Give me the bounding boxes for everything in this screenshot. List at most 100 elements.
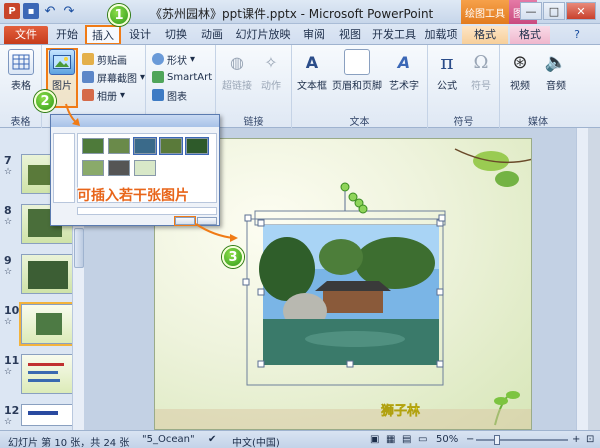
slideshow-icon[interactable]: ▭	[418, 434, 427, 445]
album-label: 相册	[97, 91, 117, 103]
thumbnail-slide-11[interactable]: 11 ☆	[4, 354, 73, 394]
tab-developer[interactable]: 开发工具	[370, 26, 418, 44]
save-icon[interactable]: ▪	[23, 3, 39, 19]
callout-step-1: 1	[108, 4, 130, 26]
dialog-folder-tree[interactable]	[53, 133, 75, 203]
title-bar: P ▪ ↶ ↷ 《苏州园林》ppt课件.pptx - Microsoft Pow…	[0, 0, 600, 24]
headerfooter-label: 页眉和页脚	[332, 81, 382, 92]
tab-format-drawing[interactable]: 格式	[462, 26, 508, 44]
textbox-button[interactable]: A 文本框	[294, 49, 330, 93]
insert-picture-dialog[interactable]: 可插入若干张图片	[50, 114, 220, 226]
chevron-down-icon: ▾	[120, 89, 126, 101]
tab-file[interactable]: 文件	[4, 26, 48, 44]
file-thumbnail[interactable]	[82, 138, 104, 154]
album-button[interactable]: 相册 ▾	[82, 87, 125, 103]
zoom-out-button[interactable]: −	[466, 434, 474, 445]
group-links: ◍ 超链接 ✧ 动作 链接	[216, 45, 292, 129]
close-button[interactable]: ✕	[566, 2, 596, 20]
slide-number: 12	[4, 404, 20, 417]
tab-format-picture[interactable]: 格式	[510, 26, 550, 44]
callout-step-2: 2	[34, 90, 56, 112]
zoom-slider-track[interactable]	[476, 439, 568, 441]
wordart-label: 艺术字	[389, 81, 419, 92]
file-name-field[interactable]	[77, 207, 217, 215]
slide-sorter-icon[interactable]: ▦	[386, 434, 395, 445]
fit-to-window-icon[interactable]: ⊡	[586, 434, 594, 445]
file-thumbnail[interactable]	[134, 160, 156, 176]
scrollbar-thumb[interactable]	[74, 228, 84, 268]
clipart-button[interactable]: 剪贴画	[82, 51, 127, 67]
tab-view[interactable]: 视图	[334, 26, 366, 44]
slide-number: 8	[4, 204, 12, 217]
file-thumbnail[interactable]	[108, 138, 130, 154]
reading-view-icon[interactable]: ▤	[402, 434, 411, 445]
thumbnail-slide-9[interactable]: 9 ☆	[4, 254, 73, 294]
thumbnail-slide-12[interactable]: 12 ☆	[4, 404, 73, 427]
chart-label: 图表	[167, 91, 187, 103]
slide-number: 10	[4, 304, 20, 317]
table-button[interactable]: 表格	[6, 49, 36, 92]
hyperlink-button[interactable]: ◍ 超链接	[220, 49, 254, 93]
clipart-label: 剪贴画	[97, 55, 127, 67]
audio-label: 音频	[546, 81, 566, 92]
chevron-down-icon: ▾	[140, 71, 146, 83]
language-status[interactable]: 中文(中国)	[232, 434, 280, 448]
tab-transitions[interactable]: 切换	[160, 26, 192, 44]
tab-design[interactable]: 设计	[124, 26, 156, 44]
animation-star-icon: ☆	[4, 217, 13, 227]
clipart-icon	[82, 53, 94, 65]
headerfooter-button[interactable]: 页眉和页脚	[332, 49, 382, 92]
selection-frame[interactable]	[254, 210, 446, 226]
tab-animations[interactable]: 动画	[196, 26, 228, 44]
file-thumbnail[interactable]	[185, 137, 209, 155]
video-button[interactable]: ⊛ 视频	[504, 49, 536, 93]
file-thumbnail[interactable]	[108, 160, 130, 176]
theme-status[interactable]: "5_Ocean"	[142, 434, 195, 445]
file-thumbnail[interactable]	[82, 160, 104, 176]
shapes-button[interactable]: 形状 ▾	[152, 51, 195, 67]
spellcheck-icon[interactable]: ✔	[208, 434, 216, 445]
tab-slideshow[interactable]: 幻灯片放映	[232, 26, 294, 44]
tab-review[interactable]: 审阅	[298, 26, 330, 44]
zoom-level[interactable]: 50%	[436, 434, 458, 445]
screenshot-button[interactable]: 屏幕截图 ▾	[82, 69, 145, 85]
file-thumbnail[interactable]	[159, 137, 183, 155]
picture-button[interactable]: 图片	[48, 49, 76, 92]
symbols-group-label: 符号	[453, 117, 474, 128]
zoom-in-button[interactable]: +	[572, 434, 580, 445]
pi-icon: π	[440, 50, 454, 74]
garden-photo[interactable]	[259, 225, 439, 365]
minimize-button[interactable]: —	[520, 2, 542, 20]
insert-button[interactable]	[174, 216, 196, 226]
tab-home[interactable]: 开始	[52, 26, 82, 44]
smartart-button[interactable]: SmartArt	[152, 69, 212, 85]
group-table: 表格 表格	[0, 45, 42, 129]
file-thumbnail[interactable]	[133, 137, 157, 155]
slide-thumbnail-image	[21, 404, 73, 426]
animation-star-icon: ☆	[4, 317, 13, 327]
smartart-label: SmartArt	[167, 71, 213, 83]
audio-button[interactable]: 🔈 音频	[540, 49, 572, 93]
action-button[interactable]: ✧ 动作	[256, 49, 286, 93]
help-icon[interactable]: ?	[574, 28, 580, 41]
thumbnail-slide-10[interactable]: 10 ☆	[4, 302, 75, 346]
links-group-label: 链接	[243, 117, 264, 128]
wordart-button[interactable]: A 艺术字	[384, 49, 424, 93]
table-label: 表格	[11, 81, 31, 92]
maximize-button[interactable]: □	[543, 2, 565, 20]
symbol-button[interactable]: Ω 符号	[466, 49, 496, 93]
callout-step-3: 3	[222, 246, 244, 268]
zoom-slider-knob[interactable]	[494, 435, 500, 445]
chart-button[interactable]: 图表	[152, 87, 187, 103]
tab-addins[interactable]: 加载项	[422, 26, 460, 44]
undo-icon[interactable]: ↶	[42, 3, 58, 19]
normal-view-icon[interactable]: ▣	[370, 434, 379, 445]
powerpoint-logo-icon[interactable]: P	[4, 3, 20, 19]
tab-insert[interactable]: 插入	[85, 25, 121, 45]
window-controls: — □ ✕	[520, 2, 596, 20]
editor-scrollbar[interactable]	[576, 128, 588, 430]
equation-button[interactable]: π 公式	[432, 49, 462, 92]
redo-icon[interactable]: ↷	[61, 3, 77, 19]
chart-icon	[152, 89, 164, 101]
cancel-button[interactable]	[197, 217, 217, 225]
